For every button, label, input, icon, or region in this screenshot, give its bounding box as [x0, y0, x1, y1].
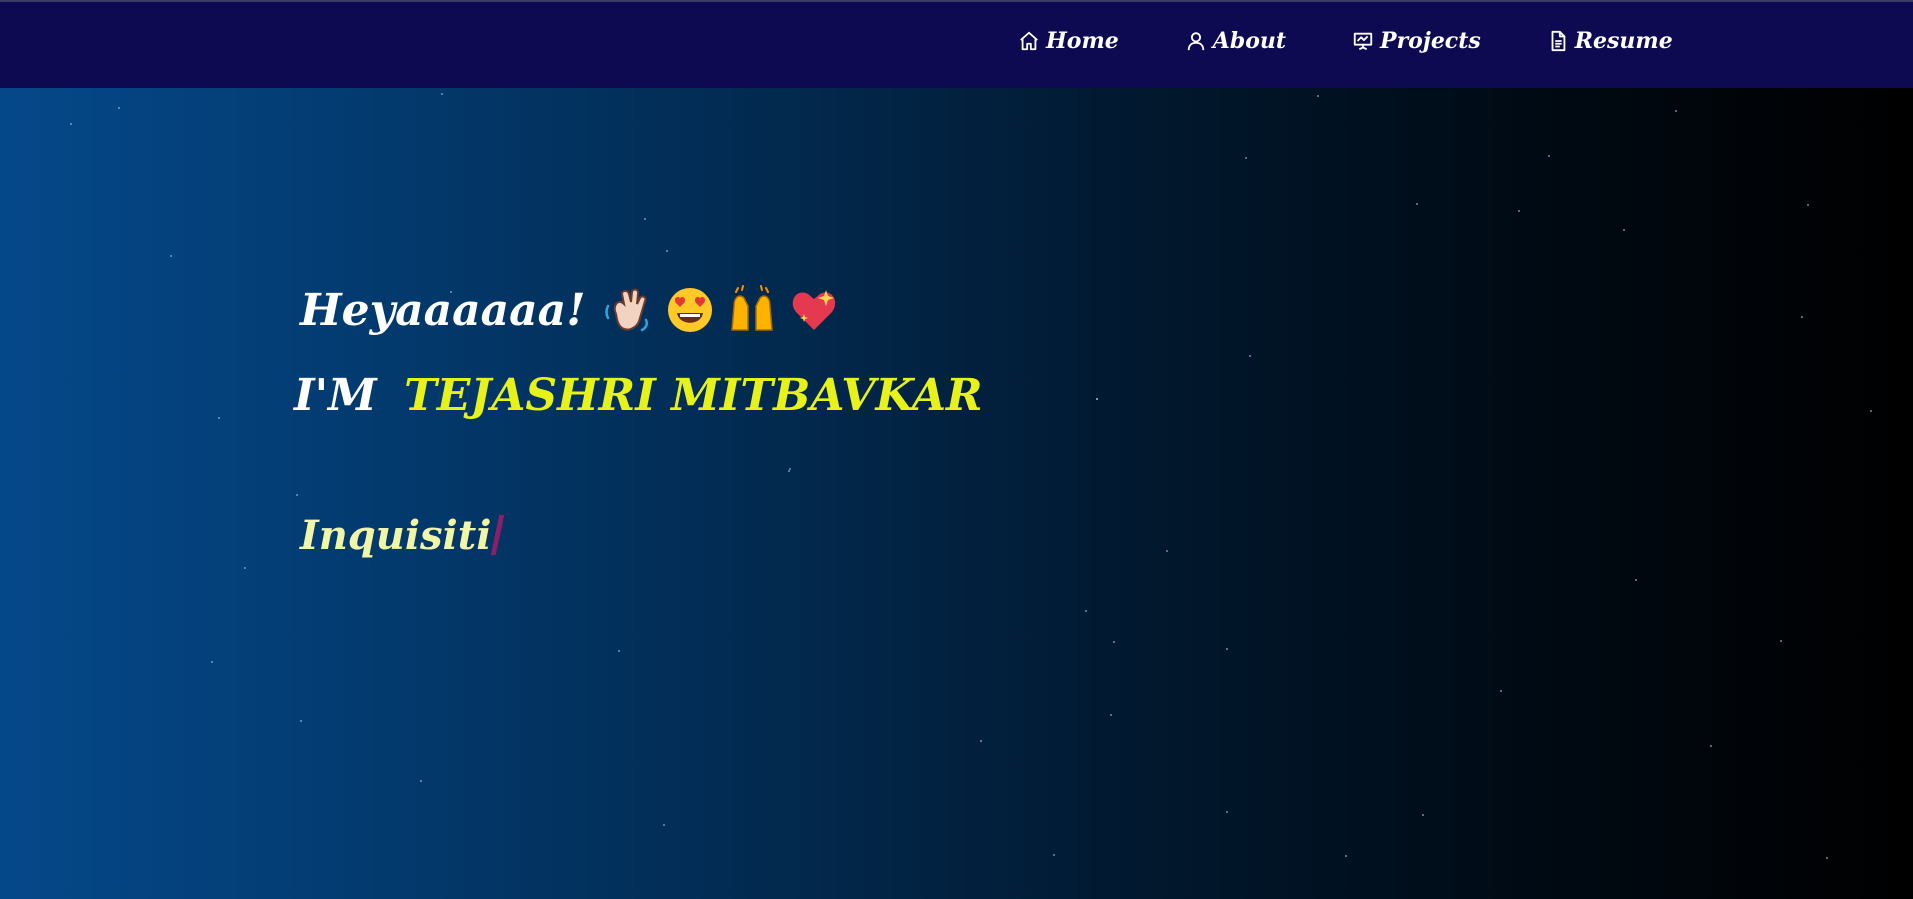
nav-item-resume[interactable]: Resume	[1547, 28, 1673, 54]
document-icon	[1547, 30, 1569, 52]
typing-cursor	[491, 515, 505, 555]
hero-greeting: Heyaaaaaa!	[300, 284, 840, 336]
home-icon	[1018, 30, 1040, 52]
waving-hand-icon	[602, 284, 654, 336]
hero-section: Heyaaaaaa! I'M TEJASHRI MITBAVKAR Inquis…	[0, 88, 1913, 899]
intro-prefix: I'M	[294, 370, 377, 421]
user-icon	[1185, 30, 1207, 52]
nav-item-label: Projects	[1380, 28, 1481, 54]
nav-item-home[interactable]: Home	[1018, 28, 1119, 54]
presentation-icon	[1352, 30, 1374, 52]
nav-item-label: Resume	[1574, 28, 1673, 54]
sparkling-heart-icon	[788, 284, 840, 336]
nav-list: Home About Projects Resume	[1018, 28, 1673, 54]
nav-item-label: About	[1212, 28, 1287, 54]
nav-item-label: Home	[1046, 28, 1119, 54]
heart-eyes-face-icon	[664, 284, 716, 336]
typed-text: Inquisiti	[300, 512, 492, 559]
typewriter-text: Inquisiti	[300, 512, 505, 559]
nav-item-about[interactable]: About	[1185, 28, 1286, 54]
hero-name: TEJASHRI MITBAVKAR	[404, 370, 983, 421]
top-navbar: Home About Projects Resume	[0, 0, 1913, 88]
greeting-text: Heyaaaaaa!	[300, 284, 586, 336]
nav-item-projects[interactable]: Projects	[1352, 28, 1481, 54]
hero-intro: I'M TEJASHRI MITBAVKAR	[294, 370, 983, 421]
raising-hands-icon	[726, 284, 778, 336]
emoji-row	[602, 284, 840, 336]
